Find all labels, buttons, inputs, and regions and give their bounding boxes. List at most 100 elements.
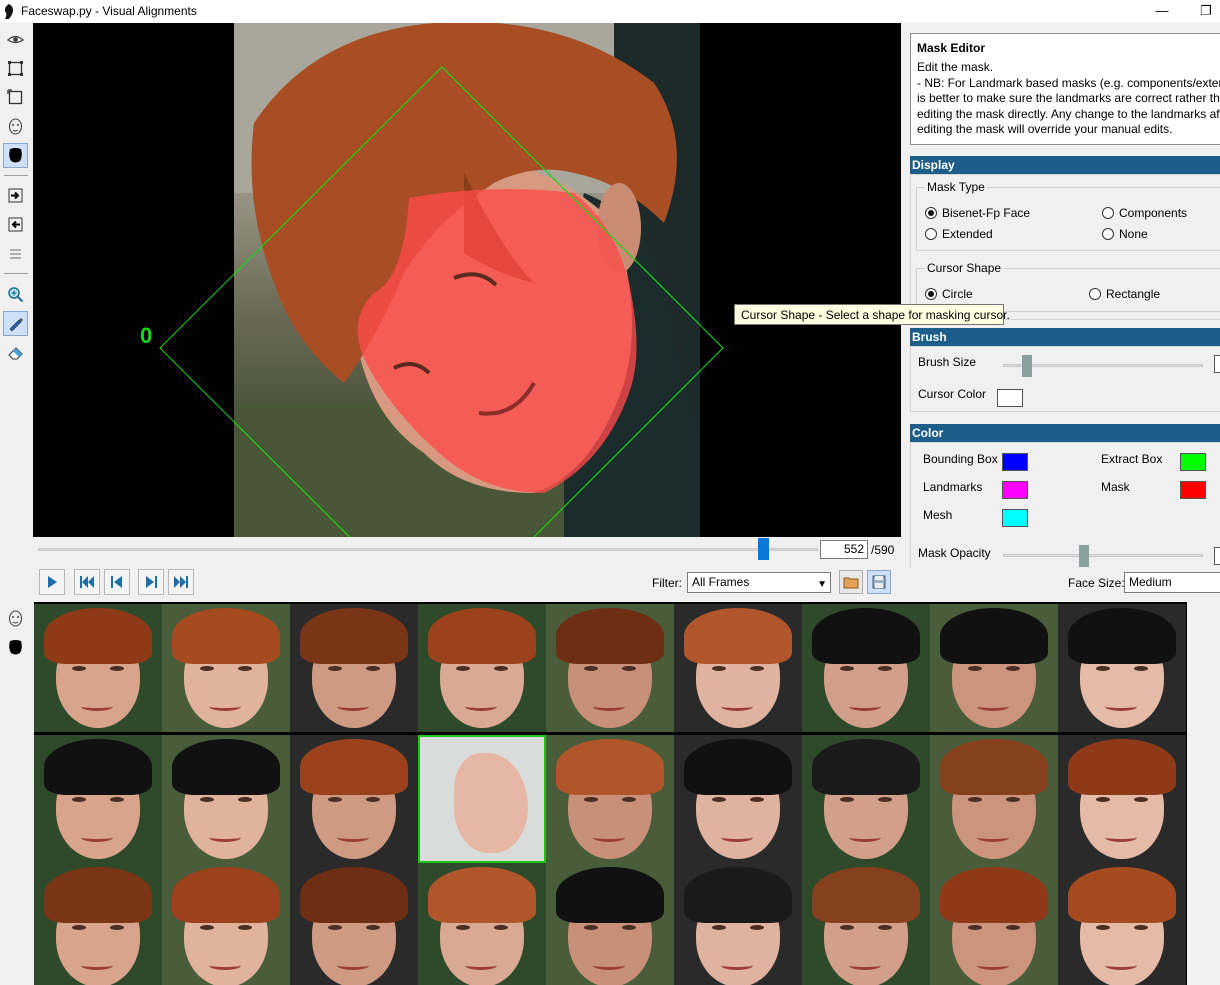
save-button[interactable]: [867, 570, 891, 594]
face-mouth: [977, 833, 1009, 842]
mask-opacity-slider[interactable]: [1003, 545, 1203, 567]
landmarks-color-swatch[interactable]: [1002, 481, 1028, 499]
face-thumbnail[interactable]: [34, 863, 162, 985]
face-hair: [172, 608, 280, 664]
face-thumbnail[interactable]: [930, 604, 1058, 732]
face-mouth: [81, 961, 113, 970]
brush-section-header: Brush: [910, 328, 1220, 346]
face-thumbnail[interactable]: [930, 735, 1058, 863]
bounding-box-icon: [8, 61, 23, 76]
face-thumbnail[interactable]: [162, 604, 290, 732]
face-thumbnail[interactable]: [34, 735, 162, 863]
face-eye: [110, 925, 124, 930]
mask-type-bisenet-radio[interactable]: Bisenet-Fp Face: [925, 206, 1030, 220]
slider-thumb[interactable]: [1022, 355, 1032, 377]
radio-icon: [1102, 207, 1114, 219]
face-eye: [1006, 666, 1020, 671]
play-button[interactable]: [39, 569, 65, 595]
slider-thumb[interactable]: [1079, 545, 1089, 567]
copy-prev-button[interactable]: [3, 212, 28, 237]
face-thumbnail[interactable]: [674, 735, 802, 863]
minimize-button[interactable]: —: [1152, 2, 1172, 20]
face-eye: [72, 925, 86, 930]
face-thumbnail[interactable]: [546, 735, 674, 863]
copy-next-button[interactable]: [3, 183, 28, 208]
revert-button[interactable]: [3, 241, 28, 266]
mask-type-extended-radio[interactable]: Extended: [925, 227, 993, 241]
face-thumbnail[interactable]: [802, 604, 930, 732]
mask-type-none-radio[interactable]: None: [1102, 227, 1148, 241]
open-folder-button[interactable]: [839, 570, 863, 594]
face-thumbnail[interactable]: [1058, 604, 1186, 732]
face-thumbnail[interactable]: [1058, 863, 1186, 985]
next-frame-button[interactable]: [138, 569, 164, 595]
brush-size-slider[interactable]: [1003, 355, 1203, 377]
face-hair: [44, 739, 152, 795]
restore-button[interactable]: ❐: [1196, 2, 1216, 20]
face-thumbnail[interactable]: [546, 604, 674, 732]
eraser-button[interactable]: [3, 340, 28, 365]
frame-slider-track[interactable]: [38, 548, 818, 551]
bounding-box-color-swatch[interactable]: [1002, 453, 1028, 471]
face-eye: [1006, 797, 1020, 802]
mask-color-swatch[interactable]: [1180, 481, 1206, 499]
filter-dropdown[interactable]: All Frames ▼: [687, 572, 831, 593]
first-frame-button[interactable]: [74, 569, 100, 595]
options-panel: Mask Editor Edit the mask. - NB: For Lan…: [906, 23, 1220, 568]
face-thumbnail[interactable]: [674, 863, 802, 985]
mask-tool-button[interactable]: [3, 143, 28, 168]
view-tool-button[interactable]: [3, 27, 28, 52]
cursor-color-label: Cursor Color: [918, 387, 987, 401]
face-thumbnail[interactable]: [1058, 735, 1186, 863]
face-thumbnail[interactable]: [418, 863, 546, 985]
zoom-button[interactable]: [3, 282, 28, 307]
face-eye: [750, 797, 764, 802]
slider-track[interactable]: [1003, 364, 1203, 367]
face-thumbnail[interactable]: [290, 863, 418, 985]
face-thumbnail[interactable]: [34, 604, 162, 732]
face-thumbnail[interactable]: [802, 735, 930, 863]
frame-slider-thumb[interactable]: [757, 538, 769, 560]
mask-opacity-value-box[interactable]: [1214, 547, 1220, 565]
face-eye: [456, 925, 470, 930]
extract-box-icon: [7, 89, 23, 105]
cursor-shape-circle-radio[interactable]: Circle: [925, 287, 973, 301]
face-thumbnail[interactable]: [290, 735, 418, 863]
face-mouth: [209, 833, 241, 842]
face-thumbnail[interactable]: [162, 735, 290, 863]
face-hair: [300, 867, 408, 923]
show-landmarks-button[interactable]: [3, 606, 28, 631]
face-thumbnail[interactable]: [674, 604, 802, 732]
faces-thumbnail-grid[interactable]: [34, 602, 1187, 985]
frame-total-label: /590: [871, 543, 895, 557]
frame-canvas[interactable]: 0: [33, 23, 901, 537]
mask-type-components-radio[interactable]: Components: [1102, 206, 1187, 220]
face-thumbnail[interactable]: [418, 735, 546, 863]
face-thumbnail[interactable]: [546, 863, 674, 985]
face-thumbnail[interactable]: [162, 863, 290, 985]
slider-track[interactable]: [1003, 554, 1203, 557]
face-thumbnail[interactable]: [290, 604, 418, 732]
mesh-color-swatch[interactable]: [1002, 509, 1028, 527]
frame-number-input[interactable]: 552: [820, 540, 868, 559]
grid-scroll-gutter[interactable]: [1187, 601, 1220, 985]
extract-box-tool-button[interactable]: [3, 85, 28, 110]
face-thumbnail[interactable]: [930, 863, 1058, 985]
last-frame-button[interactable]: [168, 569, 194, 595]
cursor-color-swatch[interactable]: [997, 389, 1023, 407]
brush-button[interactable]: [3, 311, 28, 336]
face-mouth: [1105, 833, 1137, 842]
brush-size-value-box[interactable]: [1214, 355, 1220, 373]
previous-frame-button[interactable]: [104, 569, 130, 595]
frame-slider[interactable]: [38, 538, 818, 560]
radio-selected-icon: [925, 288, 937, 300]
landmarks-tool-button[interactable]: [3, 114, 28, 139]
show-mask-button[interactable]: [3, 635, 28, 660]
face-thumbnail[interactable]: [418, 604, 546, 732]
face-size-dropdown[interactable]: Medium: [1124, 572, 1220, 593]
bounding-box-tool-button[interactable]: [3, 56, 28, 81]
extract-box-color-swatch[interactable]: [1180, 453, 1206, 471]
face-thumbnail[interactable]: [802, 863, 930, 985]
face-eye: [110, 797, 124, 802]
cursor-shape-rectangle-radio[interactable]: Rectangle: [1089, 287, 1160, 301]
